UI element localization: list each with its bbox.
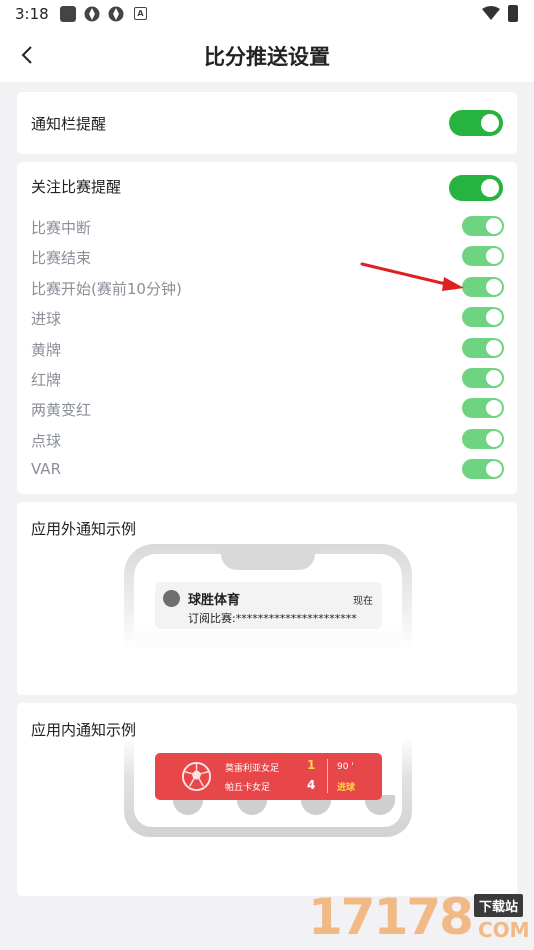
yellow-card-toggle[interactable] — [462, 338, 504, 358]
away-team: 帕丘卡女足 — [225, 783, 271, 793]
goal-label: 进球 — [31, 310, 62, 328]
toggle-knob — [486, 340, 502, 356]
followed-match-toggle[interactable] — [449, 175, 503, 201]
match-minute: 90 ' — [337, 762, 354, 772]
score-banner-preview: 莫雷利亚女足 帕丘卡女足 1 4 90 ' 进球 — [155, 753, 382, 800]
toggle-knob — [481, 179, 499, 197]
red-card-label: 红牌 — [31, 371, 62, 389]
watermark-logo: 17178 下载站 COM — [308, 886, 534, 950]
watermark-domain: COM — [478, 918, 530, 942]
match-event: 进球 — [337, 783, 356, 793]
notification-bar-card: 通知栏提醒 — [17, 92, 517, 154]
header: 比分推送设置 — [0, 28, 534, 82]
toggle-knob — [486, 248, 502, 264]
app-notification-icon — [60, 6, 76, 22]
notification-time: 现在 — [353, 596, 373, 607]
status-bar: 3:18 A — [0, 0, 534, 28]
yellow-card-label: 黄牌 — [31, 341, 62, 359]
status-time: 3:18 — [15, 5, 49, 23]
soccer-ball-icon — [181, 761, 212, 792]
away-score: 4 — [307, 778, 316, 792]
wifi-icon — [482, 6, 500, 20]
notification-bar-toggle[interactable] — [449, 110, 503, 136]
font-badge-icon: A — [134, 7, 147, 20]
goal-toggle[interactable] — [462, 307, 504, 327]
page-title: 比分推送设置 — [204, 45, 330, 69]
inside-notification-example-card: 应用内通知示例 莫雷利亚女足 帕丘卡女足 1 4 90 ' 进球 — [17, 703, 517, 896]
second-yellow-label: 两黄变红 — [31, 401, 92, 419]
inside-example-title: 应用内通知示例 — [31, 721, 137, 739]
battery-icon — [508, 5, 518, 22]
toggle-knob — [486, 218, 502, 234]
aperture-icon — [108, 6, 124, 22]
notification-body: 订阅比赛:********************** — [188, 612, 357, 625]
match-start-toggle[interactable] — [462, 277, 504, 297]
toggle-knob — [481, 114, 499, 132]
followed-match-card: 关注比赛提醒 比赛中断 比赛结束 比赛开始(赛前10分钟) 进球 黄牌 红牌 两… — [17, 162, 517, 494]
app-icon — [163, 590, 180, 607]
red-arrow-annotation — [360, 262, 464, 291]
home-score: 1 — [307, 758, 316, 772]
phone-notch — [221, 544, 315, 570]
second-yellow-toggle[interactable] — [462, 398, 504, 418]
aperture-icon — [84, 6, 100, 22]
var-toggle[interactable] — [462, 459, 504, 479]
notification-preview: 球胜体育 现在 订阅比赛:********************** — [155, 582, 382, 629]
match-ended-label: 比赛结束 — [31, 249, 92, 267]
toggle-knob — [486, 461, 502, 477]
match-interrupted-label: 比赛中断 — [31, 219, 92, 237]
toggle-knob — [486, 370, 502, 386]
toggle-knob — [486, 431, 502, 447]
followed-match-label: 关注比赛提醒 — [31, 178, 122, 196]
toggle-knob — [486, 400, 502, 416]
notification-app-name: 球胜体育 — [188, 593, 241, 608]
phone-mockup: 球胜体育 现在 订阅比赛:********************** — [124, 544, 412, 648]
divider — [327, 759, 328, 793]
outside-example-title: 应用外通知示例 — [31, 520, 137, 538]
watermark-number: 17178 — [308, 888, 474, 946]
match-ended-toggle[interactable] — [462, 246, 504, 266]
match-interrupted-toggle[interactable] — [462, 216, 504, 236]
watermark-tag: 下载站 — [474, 894, 524, 917]
toggle-knob — [486, 279, 502, 295]
penalty-label: 点球 — [31, 432, 62, 450]
phone-mockup: 莫雷利亚女足 帕丘卡女足 1 4 90 ' 进球 — [124, 737, 412, 837]
match-start-label: 比赛开始(赛前10分钟) — [31, 280, 182, 298]
toggle-knob — [486, 309, 502, 325]
penalty-toggle[interactable] — [462, 429, 504, 449]
notification-bar-label: 通知栏提醒 — [31, 115, 107, 133]
home-team: 莫雷利亚女足 — [225, 764, 280, 774]
var-label: VAR — [31, 460, 61, 478]
outside-notification-example-card: 应用外通知示例 球胜体育 现在 订阅比赛:*******************… — [17, 502, 517, 695]
red-card-toggle[interactable] — [462, 368, 504, 388]
